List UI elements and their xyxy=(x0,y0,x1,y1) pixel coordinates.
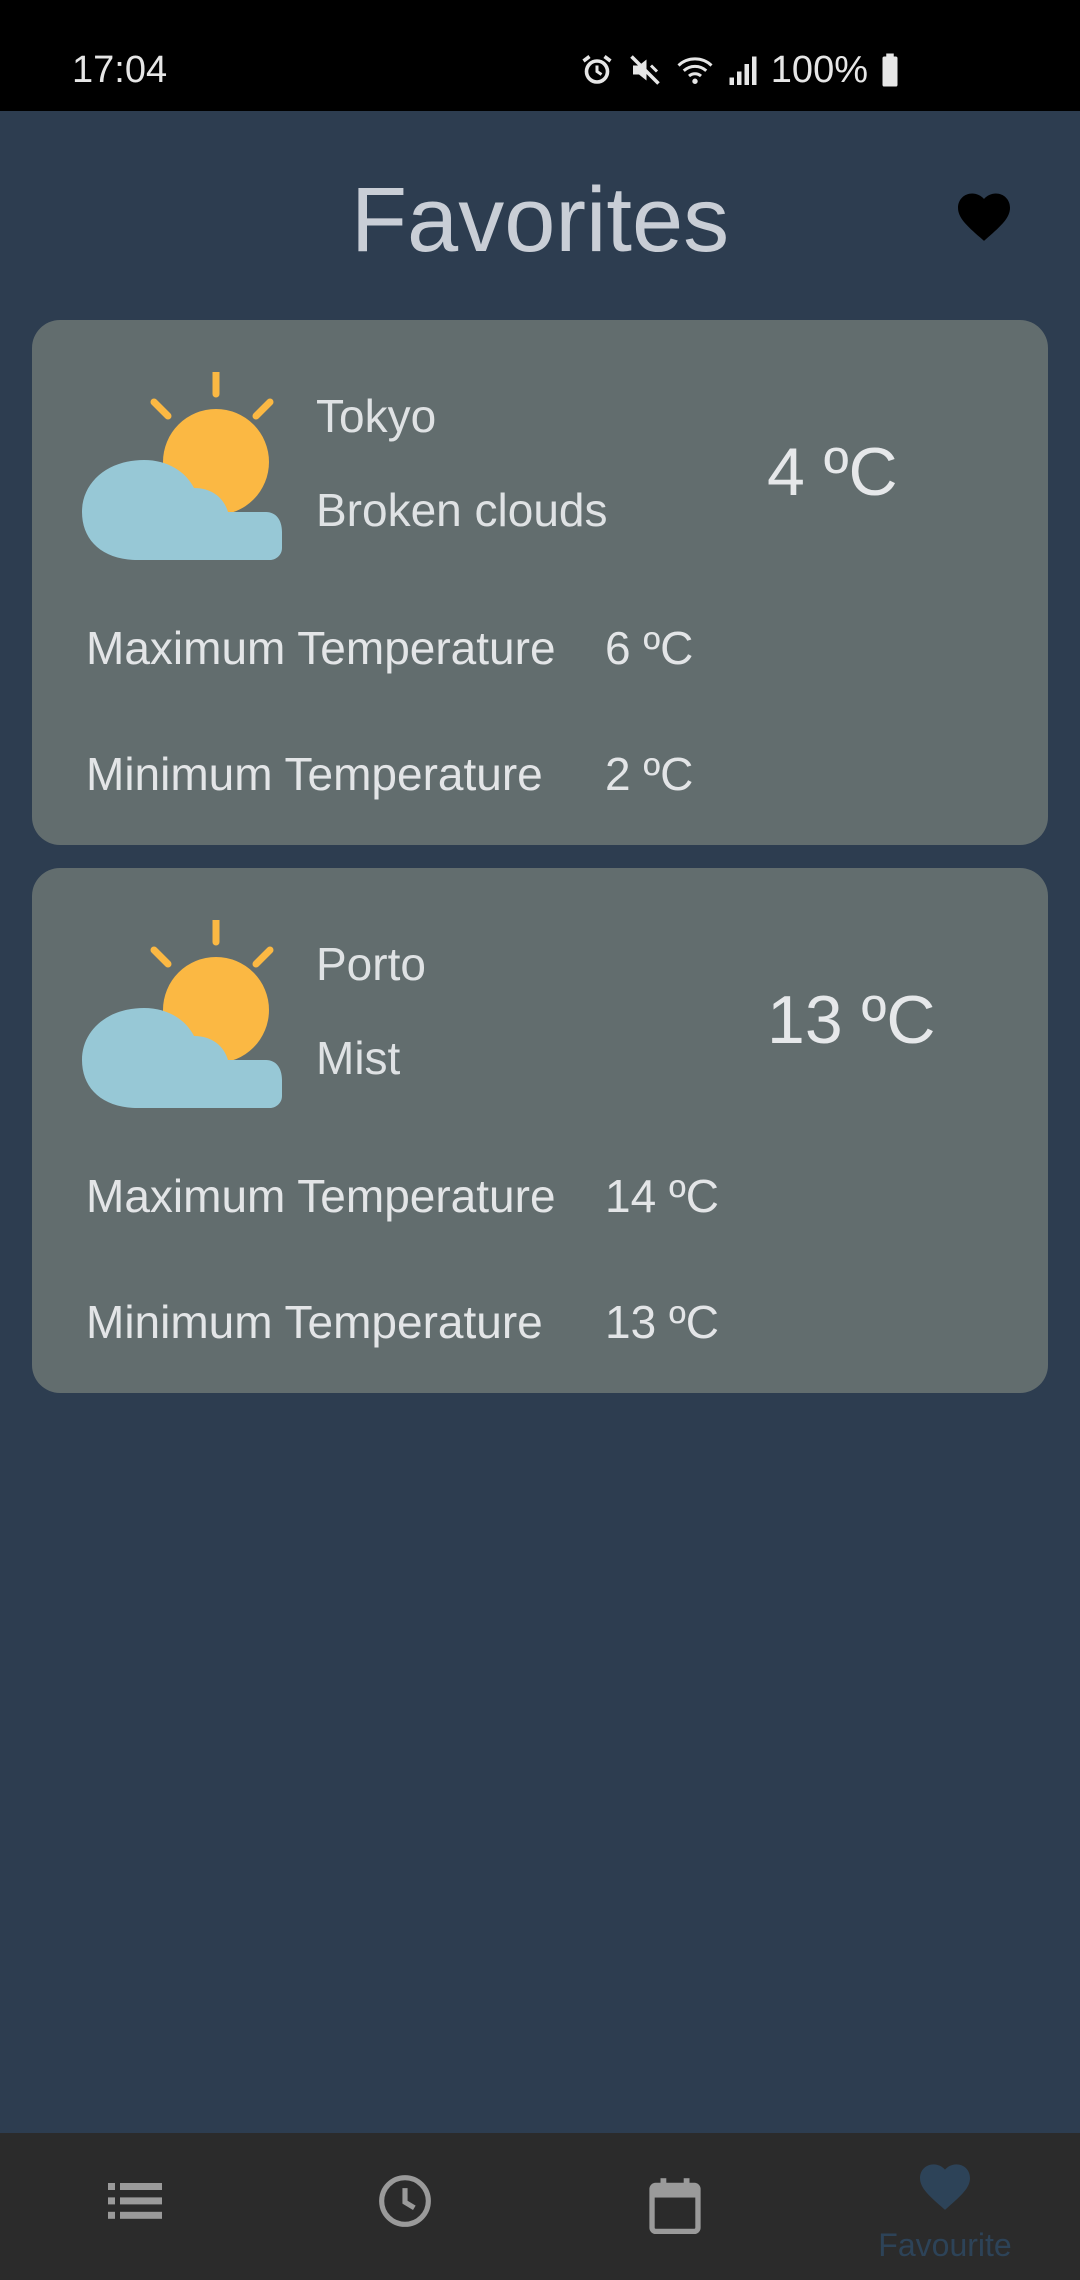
current-temperature: 4 ºC xyxy=(767,434,898,510)
partly-cloudy-icon xyxy=(82,372,282,560)
nav-item-list[interactable] xyxy=(0,2133,270,2280)
current-temperature: 13 ºC xyxy=(767,982,936,1058)
bottom-nav: Favourite xyxy=(0,2133,1080,2280)
min-temp-label: Minimum Temperature xyxy=(86,1296,543,1348)
clock-icon xyxy=(379,2175,431,2227)
max-temp-label: Maximum Temperature xyxy=(86,1170,556,1222)
page-title: Favorites xyxy=(350,169,730,271)
favorite-card[interactable]: Tokyo Broken clouds 4 ºC Maximum Tempera… xyxy=(32,320,1048,845)
weather-condition: Broken clouds xyxy=(316,484,608,536)
battery-percent: 100% xyxy=(770,49,868,91)
nav-item-favourite[interactable]: Favourite xyxy=(810,2133,1080,2280)
alarm-icon xyxy=(582,55,612,84)
list-icon xyxy=(108,2183,162,2219)
max-temp-value: 14 ºC xyxy=(605,1170,719,1222)
nav-item-history[interactable] xyxy=(270,2133,540,2280)
max-temp-value: 6 ºC xyxy=(605,622,694,674)
min-temp-label: Minimum Temperature xyxy=(86,748,543,800)
battery-icon xyxy=(882,53,898,87)
heart-icon[interactable] xyxy=(955,190,1013,242)
status-time: 17:04 xyxy=(72,49,168,91)
city-name: Porto xyxy=(316,938,426,990)
partly-cloudy-icon xyxy=(82,920,282,1108)
max-temp-label: Maximum Temperature xyxy=(86,622,556,674)
calendar-icon xyxy=(649,2178,701,2235)
heart-icon xyxy=(920,2164,970,2210)
nav-label-favourite: Favourite xyxy=(878,2227,1012,2263)
favorite-card[interactable]: Porto Mist 13 ºC Maximum Temperature 14 … xyxy=(32,868,1048,1393)
min-temp-value: 2 ºC xyxy=(605,748,694,800)
weather-condition: Mist xyxy=(316,1032,401,1084)
mute-icon xyxy=(630,55,660,85)
status-icons: 100% xyxy=(579,48,900,92)
status-bar: 17:04 100% xyxy=(0,0,1080,111)
nav-item-calendar[interactable] xyxy=(540,2133,810,2280)
city-name: Tokyo xyxy=(316,390,437,442)
signal-icon xyxy=(729,56,757,85)
wifi-icon xyxy=(677,57,713,84)
min-temp-value: 13 ºC xyxy=(605,1296,719,1348)
